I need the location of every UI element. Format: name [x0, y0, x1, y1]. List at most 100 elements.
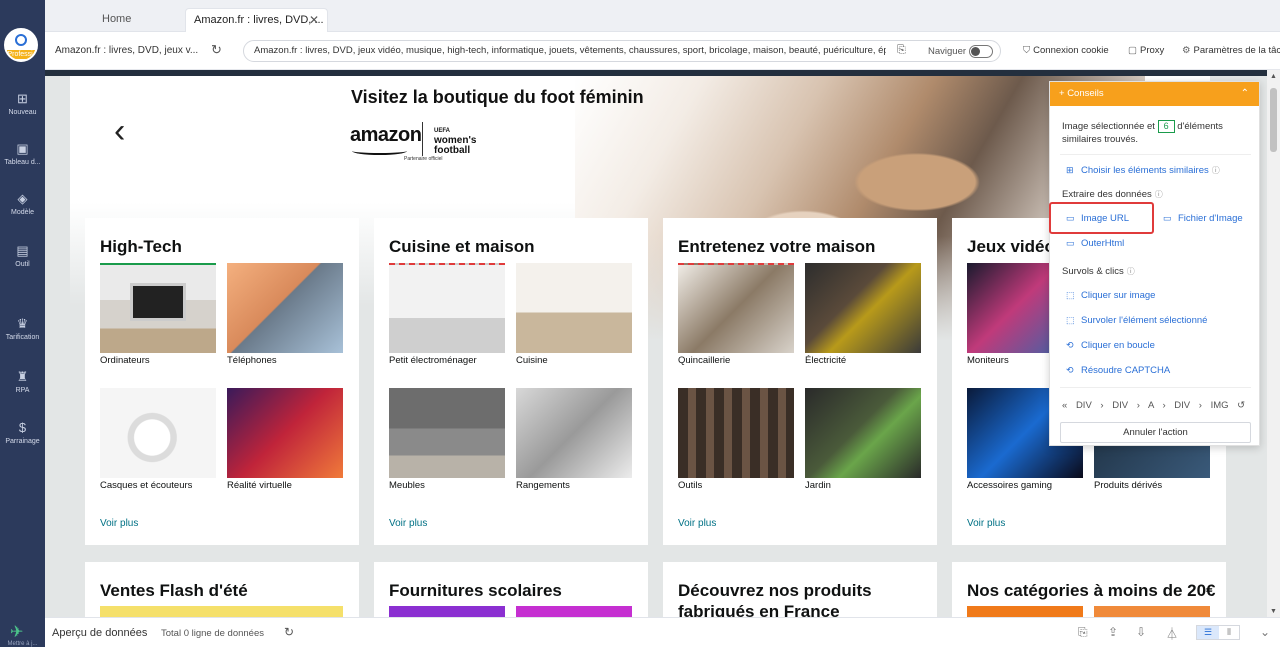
tile-label[interactable]: Téléphones	[227, 355, 277, 366]
tile-image-storage[interactable]	[516, 388, 632, 478]
tile-label[interactable]: Casques et écouteurs	[100, 480, 192, 491]
tab-amazon[interactable]: Amazon.fr : livres, DVD, ... ✕	[185, 8, 328, 32]
tile-label[interactable]: Petit électroménager	[389, 355, 477, 366]
upload-icon[interactable]: ⇪	[1108, 625, 1118, 639]
tips-header[interactable]: + Conseils ⌃	[1050, 82, 1259, 106]
navigate-toggle[interactable]	[969, 45, 993, 58]
tile-label[interactable]: Réalité virtuelle	[227, 480, 292, 491]
click-image-button[interactable]: ⬚ Cliquer sur image	[1066, 290, 1155, 301]
tile-label[interactable]: Accessoires gaming	[967, 480, 1052, 491]
tile-image-laptop[interactable]	[100, 263, 216, 353]
under20-tile[interactable]	[967, 606, 1083, 617]
sidebar-item-label: Parrainage	[5, 438, 40, 445]
data-preview-title[interactable]: Aperçu de données	[52, 627, 147, 639]
sidebar-item-dashboard[interactable]: ▣ Tableau d...	[0, 142, 45, 167]
tile-image-electric[interactable]	[805, 263, 921, 353]
help-icon[interactable]: ⓘ	[1127, 267, 1135, 276]
cookie-login-button[interactable]: ⛉ Connexion cookie	[1023, 45, 1109, 56]
tile-label[interactable]: Quincaillerie	[678, 355, 730, 366]
help-icon[interactable]: ⓘ	[1212, 166, 1220, 175]
close-tab-icon[interactable]: ✕	[309, 9, 319, 31]
help-icon[interactable]: ⓘ	[1155, 190, 1163, 199]
tile-image-appliances[interactable]	[389, 263, 505, 353]
extract-page-icon[interactable]: ⎘	[897, 44, 906, 57]
tile-image-furniture[interactable]	[389, 388, 505, 478]
reload-icon[interactable]: ↻	[211, 42, 222, 58]
hover-selected-button[interactable]: ⬚ Survoler l'élément sélectionné	[1066, 315, 1207, 326]
list-view-icon[interactable]: ☰	[1197, 626, 1219, 639]
see-more-link[interactable]: Voir plus	[967, 518, 1005, 529]
url-text[interactable]: Amazon.fr : livres, DVD, jeux vidéo, mus…	[254, 45, 886, 56]
tile-label[interactable]: Moniteurs	[967, 355, 1009, 366]
tab-label: Amazon.fr : livres, DVD, ...	[194, 14, 324, 26]
crumb-item[interactable]: DIV	[1174, 400, 1190, 411]
crumb-item[interactable]: DIV	[1076, 400, 1092, 411]
proxy-button[interactable]: ▢ Proxy	[1128, 45, 1164, 56]
outer-html-button[interactable]: ▭ OuterHtml	[1066, 238, 1124, 249]
image-icon: ▭	[1163, 213, 1172, 223]
collapse-panel-icon[interactable]: ⌄	[1260, 625, 1270, 639]
tile-label[interactable]: Ordinateurs	[100, 355, 150, 366]
click-loop-button[interactable]: ⟲ Cliquer en boucle	[1066, 340, 1155, 351]
school-tile[interactable]	[389, 606, 505, 617]
tile-image-hardware[interactable]	[678, 263, 794, 353]
sidebar-item-rpa[interactable]: ♜ RPA	[0, 370, 45, 395]
see-more-link[interactable]: Voir plus	[100, 518, 138, 529]
toolbox-icon: ▤	[16, 243, 29, 258]
tile-label[interactable]: Outils	[678, 480, 702, 491]
view-toggle[interactable]: ☰ ⫴	[1196, 625, 1240, 640]
breadcrumb-back-icon[interactable]: «	[1062, 400, 1067, 411]
crumb-item[interactable]: DIV	[1112, 400, 1128, 411]
tile-image-headphones[interactable]	[100, 388, 216, 478]
scroll-down-icon[interactable]: ▼	[1270, 608, 1277, 615]
image-file-button[interactable]: ▭ Fichier d'Image	[1163, 213, 1243, 224]
column-view-icon[interactable]: ⫴	[1219, 626, 1239, 639]
collapse-icon[interactable]: ⌃	[1241, 82, 1249, 106]
school-tile[interactable]	[516, 606, 632, 617]
extract-section-title: Extraire des données ⓘ	[1062, 189, 1163, 200]
scroll-thumb[interactable]	[1270, 88, 1277, 152]
url-bar[interactable]: Amazon.fr : livres, DVD, jeux vidéo, mus…	[243, 40, 1001, 62]
tile-label[interactable]: Meubles	[389, 480, 425, 491]
flash-sales-banner[interactable]	[100, 606, 343, 617]
refresh-icon[interactable]: ↻	[284, 625, 294, 639]
tile-label[interactable]: Produits dérivés	[1094, 480, 1162, 491]
tile-image-phone[interactable]	[227, 263, 343, 353]
tile-label[interactable]: Électricité	[805, 355, 846, 366]
see-more-link[interactable]: Voir plus	[389, 518, 427, 529]
export-icon[interactable]: ⎘	[1078, 625, 1088, 640]
under20-tile[interactable]	[1094, 606, 1210, 617]
crumb-item[interactable]: A	[1148, 400, 1154, 411]
tile-image-vr[interactable]	[227, 388, 343, 478]
sidebar-item-tool[interactable]: ▤ Outil	[0, 243, 45, 269]
tile-label[interactable]: Rangements	[516, 480, 570, 491]
download-icon[interactable]: ⇩	[1136, 625, 1146, 639]
cancel-action-button[interactable]: Annuler l'action	[1060, 422, 1251, 443]
task-settings-button[interactable]: ⚙Paramètres de la tâche	[1182, 45, 1280, 56]
crumb-item[interactable]: IMG	[1211, 400, 1229, 411]
scroll-up-icon[interactable]: ▲	[1270, 73, 1277, 80]
card-home-care: Entretenez votre maison Quincaillerie Él…	[663, 218, 937, 545]
see-more-link[interactable]: Voir plus	[678, 518, 716, 529]
rocket-icon[interactable]: ✈	[10, 622, 23, 642]
tile-label[interactable]: Jardin	[805, 480, 831, 491]
tile-image-tools[interactable]	[678, 388, 794, 478]
sidebar-item-referral[interactable]: $ Parrainage	[0, 421, 45, 446]
sidebar-item-new[interactable]: ⊞ Nouveau	[0, 92, 45, 117]
tile-image-kitchen[interactable]	[516, 263, 632, 353]
filter-icon[interactable]: ⏃	[1166, 625, 1178, 642]
link-label: Cliquer sur image	[1081, 290, 1156, 301]
hover-icon: ⬚	[1066, 315, 1075, 325]
task-settings-label: Paramètres de la tâche	[1193, 45, 1280, 56]
tile-label[interactable]: Cuisine	[516, 355, 548, 366]
user-avatar[interactable]: Professi...	[4, 28, 38, 62]
sidebar-item-pricing[interactable]: ♛ Tarification	[0, 317, 45, 342]
sidebar-item-template[interactable]: ◈ Modèle	[0, 192, 45, 217]
tile-image-garden[interactable]	[805, 388, 921, 478]
choose-similar-link[interactable]: ⊞ Choisir les éléments similaires ⓘ	[1066, 165, 1220, 176]
carousel-prev-icon[interactable]: ‹	[114, 112, 125, 151]
tab-home[interactable]: Home	[102, 8, 131, 32]
solve-captcha-button[interactable]: ⟲ Résoudre CAPTCHA	[1066, 365, 1170, 376]
undo-icon[interactable]: ↺	[1237, 400, 1245, 411]
vertical-scrollbar[interactable]: ▲ ▼	[1267, 70, 1280, 617]
